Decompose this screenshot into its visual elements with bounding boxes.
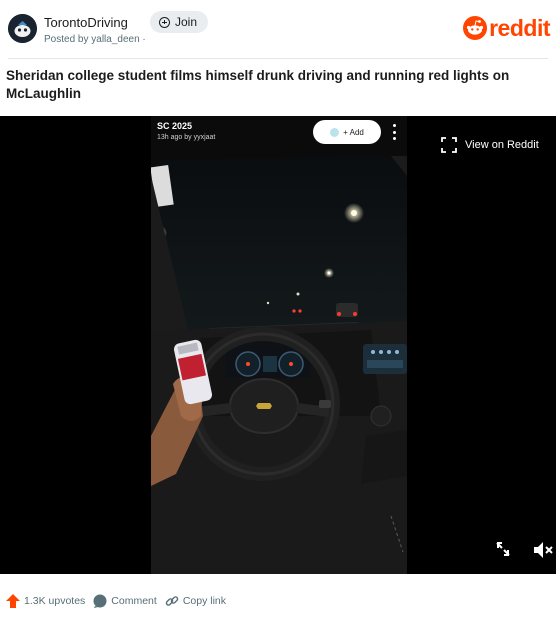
add-button[interactable]: + Add: [313, 120, 381, 144]
subreddit-name[interactable]: TorontoDriving: [44, 15, 128, 30]
reddit-logo[interactable]: reddit: [463, 16, 550, 40]
upvote-count: 1.3K upvotes: [24, 595, 86, 607]
expand-icon[interactable]: [494, 540, 512, 558]
view-on-reddit-link[interactable]: View on Reddit: [441, 137, 539, 153]
comment-bubble-icon: [93, 594, 107, 608]
post-title[interactable]: Sheridan college student films himself d…: [6, 67, 551, 103]
post-actions: 1.3K upvotes Comment Copy link: [6, 594, 234, 608]
upvote-button[interactable]: 1.3K upvotes: [6, 594, 85, 608]
join-label: Join: [175, 15, 198, 29]
link-icon: [165, 596, 179, 606]
comment-label: Comment: [111, 595, 157, 607]
more-vertical-icon[interactable]: [391, 124, 397, 140]
video-overlay-title: SC 2025: [157, 121, 193, 131]
post-header: TorontoDriving Posted by yalla_deen · Jo…: [0, 0, 556, 58]
comment-button[interactable]: Comment: [93, 594, 157, 608]
subreddit-avatar[interactable]: [8, 14, 37, 43]
copy-link-label: Copy link: [182, 595, 226, 607]
copy-link-button[interactable]: Copy link: [165, 594, 226, 608]
video-frame[interactable]: SC 2025 13h ago by yyxjaat + Add: [151, 116, 407, 574]
reddit-wordmark: reddit: [489, 14, 550, 41]
video-overlay-meta: 13h ago by yyxjaat: [157, 134, 216, 141]
upvote-arrow-icon: [6, 594, 20, 608]
open-external-icon: [441, 137, 457, 153]
dashcam-scene: [151, 116, 407, 574]
join-button[interactable]: Join: [150, 11, 209, 33]
header-divider: [8, 58, 548, 59]
add-label: + Add: [343, 127, 364, 137]
view-on-reddit-label: View on Reddit: [465, 139, 539, 151]
mute-icon[interactable]: [533, 541, 553, 559]
plus-circle-icon: [159, 16, 170, 28]
reddit-snoo-icon: [463, 16, 488, 40]
posted-by: Posted by yalla_deen ·: [44, 34, 146, 45]
user-avatar-icon: [330, 127, 340, 137]
video-player[interactable]: SC 2025 13h ago by yyxjaat + Add View on…: [0, 116, 556, 574]
